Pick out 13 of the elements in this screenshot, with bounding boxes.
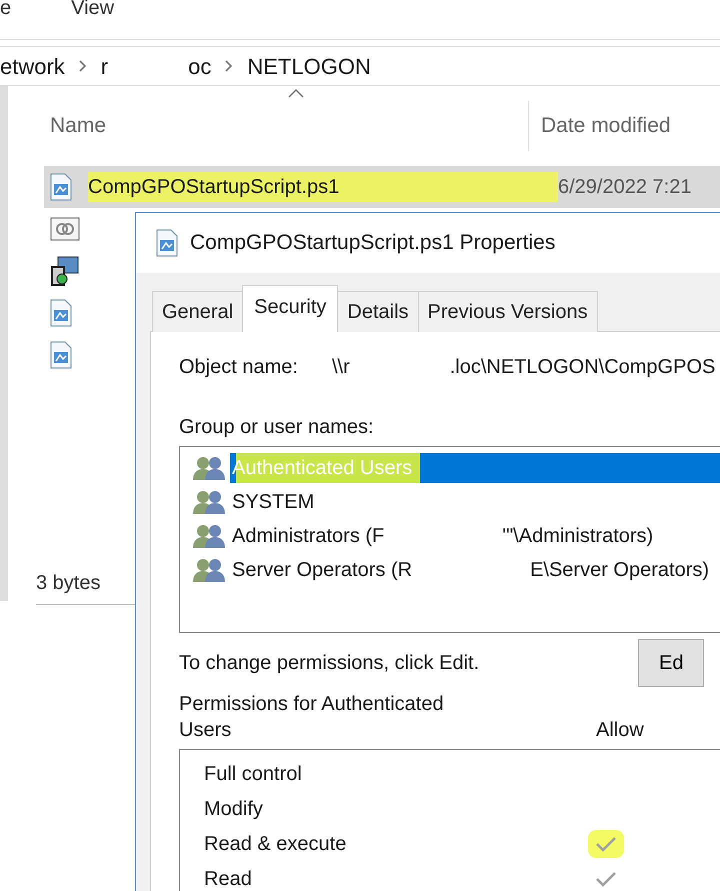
permissions-label: Permissions for Authenticated Users: [179, 692, 445, 743]
edit-hint: To change permissions, click Edit.: [179, 651, 480, 676]
dialog-title: CompGPOStartupScript.ps1 Properties: [190, 230, 556, 256]
allow-column-header: Allow: [596, 718, 644, 743]
file-date: 6/29/2022 7:21: [558, 175, 692, 200]
permission-name: Full control: [204, 762, 303, 786]
permission-name: Modify: [204, 796, 264, 822]
group-list-label: Group or user names:: [179, 415, 375, 440]
permission-name: Read: [204, 866, 253, 891]
permission-name: Read & execute: [204, 832, 348, 856]
object-name-value: .loc\NETLOGON\CompGPOS: [450, 355, 716, 380]
object-name-value: \\r: [332, 355, 350, 380]
object-name-label: Object name:: [179, 355, 298, 380]
